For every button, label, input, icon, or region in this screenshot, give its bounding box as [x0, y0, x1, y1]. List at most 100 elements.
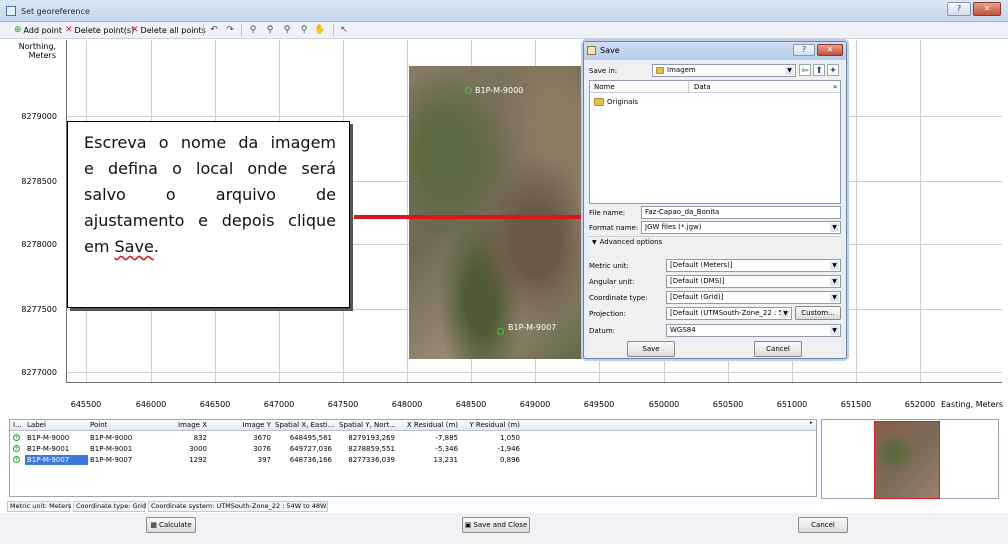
x-tick-label: 645500	[70, 400, 102, 409]
column-y-residual[interactable]: Y Residual (m)	[462, 421, 520, 429]
table-row[interactable]: + B1P-M-9000 B1P-M-9000 832 3670 648495,…	[10, 433, 816, 443]
y-axis-label-line: Northing,	[18, 42, 56, 51]
add-point-button[interactable]: ⊕ Add point	[14, 24, 62, 36]
pan-hand-icon[interactable]: ✋	[314, 24, 326, 36]
column-date[interactable]: Data	[694, 83, 711, 91]
column-image-y[interactable]: Image Y	[210, 421, 271, 429]
coordinate-type-label: Coordinate type:	[589, 294, 648, 302]
angular-unit-select[interactable]: [Default (DMS)] ▼	[666, 275, 841, 288]
save-and-close-button[interactable]: ▣ Save and Close	[462, 517, 530, 533]
delete-points-button[interactable]: ✕ Delete point(s)	[65, 24, 134, 36]
more-columns-icon[interactable]: »	[833, 83, 837, 91]
zoom-selection-icon[interactable]: ⚲	[298, 24, 310, 36]
column-spatial-x[interactable]: Spatial X, Easti...	[275, 421, 334, 429]
coordinate-type-select[interactable]: [Default (Grid)] ▼	[666, 291, 841, 304]
row-x-residual: 13,231	[433, 456, 459, 464]
toolbar-separator	[203, 24, 204, 36]
row-y-residual: 0,896	[499, 456, 520, 464]
delete-all-points-button[interactable]: ✕ Delete all points	[131, 24, 206, 36]
table-row[interactable]: + B1P-M-9007 B1P-M-9007 1292 397 648736,…	[10, 455, 816, 465]
row-spatial-y: 8278859,551	[348, 445, 395, 453]
title-bar: Set georeference ? ✕	[0, 0, 1008, 22]
advanced-options-toggle[interactable]: ▼ Advanced options	[589, 236, 841, 247]
x-tick-label: 649500	[583, 400, 615, 409]
callout-line: salvo o arquivo de	[84, 185, 336, 204]
file-name-label: File name:	[589, 209, 626, 217]
projection-label: Projection:	[589, 310, 626, 318]
chevron-down-icon: ▼	[830, 223, 839, 232]
x-tick-label: 650000	[648, 400, 680, 409]
column-name[interactable]: Nome	[594, 83, 615, 91]
overview-thumbnail[interactable]	[874, 421, 940, 499]
datum-select[interactable]: WGS84 ▼	[666, 324, 841, 337]
cancel-button[interactable]: Cancel	[754, 341, 802, 357]
x-tick-label: 651000	[776, 400, 808, 409]
custom-projection-button[interactable]: Custom...	[795, 306, 841, 320]
zoom-extent-icon[interactable]: ⚲	[281, 24, 293, 36]
status-bar: Metric unit: Meters Coordinate type: Gri…	[7, 501, 1007, 512]
undo-icon[interactable]: ↶	[208, 24, 220, 36]
folder-name: Originais	[607, 98, 639, 106]
dialog-close-icon[interactable]: ✕	[817, 44, 843, 56]
pick-tool-icon[interactable]: ↖	[338, 24, 350, 36]
row-x-residual: -5,346	[435, 445, 458, 453]
callout-line: em Save.	[84, 234, 336, 260]
control-points-table[interactable]: I... Label Point Image X Image Y Spatial…	[9, 419, 817, 497]
redo-icon[interactable]: ↷	[224, 24, 236, 36]
column-image-x[interactable]: Image X	[150, 421, 207, 429]
toolbar: ⊕ Add point ✕ Delete point(s) ✕ Delete a…	[0, 22, 1008, 39]
delete-all-icon: ✕	[131, 25, 139, 35]
close-icon[interactable]: ✕	[973, 2, 1001, 16]
advanced-options-label: Advanced options	[599, 238, 663, 246]
row-point: B1P-M-9001	[90, 445, 133, 453]
x-tick-label: 647500	[327, 400, 359, 409]
file-list[interactable]: Nome Data » Originais	[589, 80, 841, 204]
chevron-down-icon: ▼	[830, 277, 839, 286]
app-icon	[6, 6, 16, 16]
column-label[interactable]: Label	[27, 421, 46, 429]
save-in-select[interactable]: Imagem ▼	[652, 64, 796, 77]
table-header: I... Label Point Image X Image Y Spatial…	[10, 420, 816, 431]
file-name-input[interactable]: Faz-Capao_da_Bonita	[641, 206, 841, 219]
callout-line: e defina o local onde será	[84, 159, 336, 178]
row-spatial-x: 648736,166	[289, 456, 332, 464]
dialog-icon	[587, 46, 596, 55]
calculate-button[interactable]: ▦ Calculate	[146, 517, 196, 533]
x-tick-label: 650500	[712, 400, 744, 409]
y-tick-label: 8277500	[21, 305, 57, 314]
save-and-close-label: Save and Close	[473, 521, 528, 529]
file-list-header: Nome Data »	[590, 81, 840, 93]
point-active-icon: +	[13, 434, 20, 441]
column-point[interactable]: Point	[90, 421, 107, 429]
zoom-in-icon[interactable]: ⚲	[247, 24, 259, 36]
save-button[interactable]: Save	[627, 341, 675, 357]
chevron-down-icon: ▼	[830, 261, 839, 270]
up-folder-icon[interactable]: ⬆	[813, 64, 825, 76]
x-tick-label: 646000	[135, 400, 167, 409]
callout-text: Escreva o nome da imagem e defina o loca…	[84, 130, 336, 260]
table-row[interactable]: + B1P-M-9001 B1P-M-9001 3000 3076 649727…	[10, 444, 816, 454]
column-icon[interactable]: I...	[13, 421, 22, 429]
gcp-marker-icon[interactable]	[497, 328, 504, 335]
column-spatial-y[interactable]: Spatial Y, Nort...	[339, 421, 396, 429]
overview-panel[interactable]	[821, 419, 999, 499]
list-item[interactable]: Originais	[594, 98, 638, 106]
row-image-y: 3076	[253, 445, 271, 453]
folder-icon	[594, 98, 604, 106]
metric-unit-select[interactable]: [Default (Meters)] ▼	[666, 259, 841, 272]
table-expand-icon[interactable]: ▸	[810, 420, 816, 428]
projection-select[interactable]: [Default (UTMSouth-Zone_22 : 54 ▼	[666, 307, 792, 320]
column-x-residual[interactable]: X Residual (m)	[398, 421, 458, 429]
x-tick-label: 647000	[263, 400, 295, 409]
new-folder-icon[interactable]: ✦	[827, 64, 839, 76]
dialog-help-icon[interactable]: ?	[793, 44, 815, 56]
back-icon[interactable]: ⇦	[799, 64, 811, 76]
chevron-down-icon: ▼	[781, 309, 790, 318]
format-name-select[interactable]: JGW files (*.jgw) ▼	[641, 221, 841, 234]
zoom-out-icon[interactable]: ⚲	[264, 24, 276, 36]
help-icon[interactable]: ?	[947, 2, 971, 16]
datum-value: WGS84	[670, 326, 696, 334]
footer-cancel-button[interactable]: Cancel	[798, 517, 848, 533]
gcp-marker-icon[interactable]	[465, 87, 472, 94]
chevron-down-icon: ▼	[830, 293, 839, 302]
